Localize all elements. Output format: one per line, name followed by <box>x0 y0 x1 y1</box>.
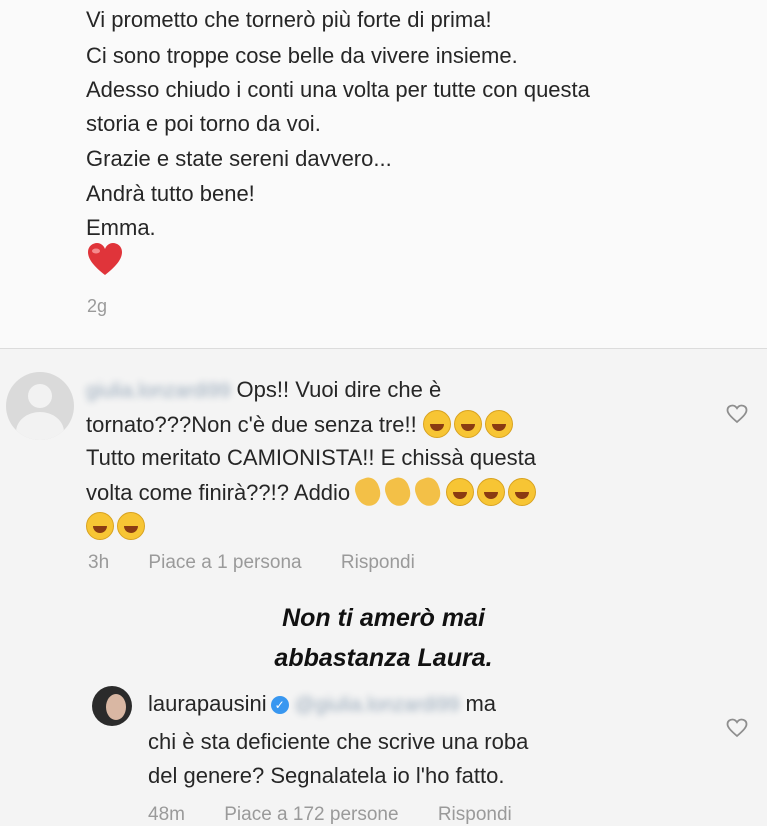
like-heart-icon[interactable] <box>726 718 748 738</box>
comment-timestamp: 48m <box>148 804 185 825</box>
laugh-emoji <box>422 410 451 438</box>
comment-mention[interactable]: @giulia.lonzardi99 <box>295 691 460 719</box>
comment-text: chi è sta deficiente che scrive una roba <box>148 729 529 754</box>
comment-meta: 48m Piace a 172 persone Rispondi <box>148 804 546 826</box>
caption-line: storia e poi torno da voi. <box>86 111 321 136</box>
laugh-emoji <box>484 410 513 438</box>
reply-button[interactable]: Rispondi <box>341 552 415 573</box>
comment-text: laurapausini ✓ @giulia.lonzardi99 ma <box>148 690 496 719</box>
clap-emoji <box>412 474 445 510</box>
likes-count-link[interactable]: Piace a 1 persona <box>148 552 301 573</box>
caption-line: Andrà tutto bene! <box>86 181 255 206</box>
comment-meta: 3h Piace a 1 persona Rispondi <box>88 552 449 574</box>
comment-text: del genere? Segnalatela io l'ho fatto. <box>148 763 505 788</box>
caption-line: Grazie e state sereni davvero... <box>86 146 392 171</box>
comment-text <box>86 512 148 541</box>
comment-username[interactable]: laurapausini <box>148 691 267 716</box>
overlay-caption: Non ti amerò mai <box>282 604 485 632</box>
comment-timestamp: 3h <box>88 552 110 573</box>
avatar[interactable] <box>92 686 132 726</box>
laugh-emoji <box>117 512 145 540</box>
comment-text: Tutto meritato CAMIONISTA!! E chissà que… <box>86 445 536 470</box>
laugh-emoji <box>508 478 537 506</box>
heart-emoji <box>88 243 122 275</box>
clap-emoji <box>352 474 385 510</box>
caption-line: Ci sono troppe cose belle da vivere insi… <box>86 43 518 68</box>
laugh-emoji <box>477 478 506 506</box>
comment-text: giulia.lonzardi99 Ops!! Vuoi dire che è <box>86 376 441 405</box>
post-timestamp: 2g <box>87 296 108 316</box>
verified-badge-icon: ✓ <box>270 696 289 714</box>
caption-signature: Emma. <box>86 215 156 240</box>
laugh-emoji <box>453 410 482 438</box>
comment-username[interactable]: giulia.lonzardi99 <box>86 377 231 405</box>
overlay-caption: abbastanza Laura. <box>274 644 493 672</box>
comment-text: volta come finirà??!? Addio <box>86 474 539 510</box>
clap-emoji <box>382 474 415 510</box>
likes-count-link[interactable]: Piace a 172 persone <box>224 804 398 825</box>
laugh-emoji <box>86 512 114 540</box>
reply-button[interactable]: Rispondi <box>438 804 512 825</box>
caption-line: Vi prometto che tornerò più forte di pri… <box>86 7 492 32</box>
post-caption-card: Vi prometto che tornerò più forte di pri… <box>0 0 767 349</box>
laugh-emoji <box>446 478 475 506</box>
comment-text: tornato???Non c'è due senza tre!! <box>86 410 516 439</box>
caption-line: Adesso chiudo i conti una volta per tutt… <box>86 77 590 102</box>
like-heart-icon[interactable] <box>726 404 748 424</box>
default-avatar-icon[interactable] <box>6 372 74 440</box>
